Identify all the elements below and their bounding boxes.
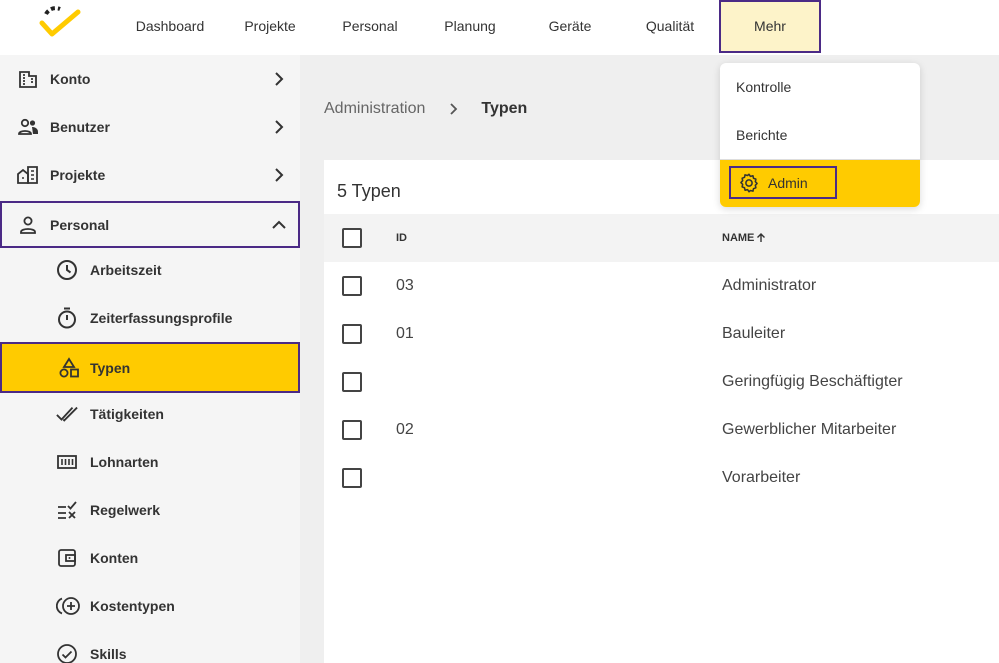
table-row[interactable]: 02 Gewerblicher Mitarbeiter bbox=[324, 406, 999, 454]
row-checkbox[interactable] bbox=[342, 420, 362, 440]
sidebar-item-label: Regelwerk bbox=[90, 502, 161, 518]
chevron-right-icon bbox=[275, 72, 284, 86]
cell-name: Geringfügig Beschäftigter bbox=[722, 373, 903, 390]
cost-plus-icon bbox=[56, 595, 82, 617]
rules-icon bbox=[56, 499, 78, 521]
sidebar-item-label: Arbeitszeit bbox=[90, 262, 162, 278]
sidebar-item-label: Personal bbox=[50, 216, 110, 233]
menu-item-label: Admin bbox=[768, 174, 808, 191]
nav-mehr[interactable]: Mehr bbox=[719, 0, 821, 53]
column-header-name[interactable]: NAME bbox=[722, 214, 766, 262]
row-checkbox[interactable] bbox=[342, 372, 362, 392]
cell-id: 03 bbox=[396, 277, 414, 294]
chevron-right-icon bbox=[275, 120, 284, 134]
menu-item-admin-highlight[interactable]: Admin bbox=[729, 166, 837, 199]
city-icon bbox=[17, 164, 39, 186]
sidebar-item-regelwerk[interactable]: Regelwerk bbox=[0, 486, 300, 534]
users-icon bbox=[17, 116, 39, 138]
sidebar-item-lohnarten[interactable]: Lohnarten bbox=[0, 438, 300, 486]
sidebar-item-skills[interactable]: Skills bbox=[0, 630, 300, 663]
table-row[interactable]: Vorarbeiter bbox=[324, 454, 999, 502]
sidebar-item-kostentypen[interactable]: Kostentypen bbox=[0, 582, 300, 630]
nav-projekte[interactable]: Projekte bbox=[238, 0, 302, 53]
building-icon bbox=[17, 68, 39, 90]
table-row[interactable]: Geringfügig Beschäftigter bbox=[324, 358, 999, 406]
sidebar-item-taetigkeiten[interactable]: Tätigkeiten bbox=[0, 390, 300, 438]
sidebar-item-label: Konto bbox=[50, 71, 91, 87]
breadcrumb: Administration Typen bbox=[324, 100, 527, 118]
sidebar-item-projekte[interactable]: Projekte bbox=[0, 151, 300, 199]
gear-icon bbox=[740, 173, 758, 192]
cell-name: Gewerblicher Mitarbeiter bbox=[722, 421, 897, 438]
chevron-up-icon bbox=[272, 220, 286, 229]
more-dropdown-menu: Kontrolle Berichte Admin bbox=[720, 63, 920, 207]
nav-planung[interactable]: Planung bbox=[438, 0, 502, 53]
cell-id: 01 bbox=[396, 325, 414, 342]
sidebar-item-arbeitszeit[interactable]: Arbeitszeit bbox=[0, 246, 300, 294]
sidebar-item-label: Projekte bbox=[50, 167, 106, 183]
nav-dashboard[interactable]: Dashboard bbox=[130, 0, 210, 53]
sidebar-item-label: Zeiterfassungsprofile bbox=[90, 310, 233, 326]
sidebar-item-konten[interactable]: Konten bbox=[0, 534, 300, 582]
column-header-id[interactable]: ID bbox=[396, 214, 407, 262]
breadcrumb-current: Typen bbox=[481, 100, 528, 117]
column-header-name-label: NAME bbox=[722, 232, 755, 244]
nav-personal[interactable]: Personal bbox=[336, 0, 404, 53]
sidebar-item-label: Konten bbox=[90, 550, 139, 566]
sidebar-item-personal[interactable]: Personal bbox=[0, 201, 300, 248]
sidebar-item-label: Benutzer bbox=[50, 119, 110, 135]
sidebar-item-label: Lohnarten bbox=[90, 454, 159, 470]
page-title: 5 Typen bbox=[337, 181, 401, 201]
sidebar-item-zeiterfassungsprofile[interactable]: Zeiterfassungsprofile bbox=[0, 294, 300, 342]
row-checkbox[interactable] bbox=[342, 468, 362, 488]
sidebar-item-label: Kostentypen bbox=[90, 598, 175, 614]
arrow-up-icon bbox=[757, 233, 766, 242]
sidebar-item-label: Typen bbox=[90, 359, 131, 376]
sidebar: Konto Benutzer Projekte Personal Arbeits… bbox=[0, 55, 300, 663]
cell-id: 02 bbox=[396, 421, 414, 438]
sidebar-item-label: Skills bbox=[90, 646, 127, 662]
row-checkbox[interactable] bbox=[342, 324, 362, 344]
clock-icon bbox=[56, 259, 78, 281]
double-check-icon bbox=[56, 403, 78, 425]
row-checkbox[interactable] bbox=[342, 276, 362, 296]
timer-icon bbox=[56, 307, 78, 329]
chevron-right-icon bbox=[275, 168, 284, 182]
nav-qualitaet[interactable]: Qualität bbox=[638, 0, 702, 53]
sidebar-item-typen[interactable]: Typen bbox=[0, 342, 300, 393]
breadcrumb-parent[interactable]: Administration bbox=[324, 100, 425, 118]
menu-item-admin[interactable]: Admin bbox=[720, 160, 920, 207]
check-circle-icon bbox=[56, 643, 78, 663]
nav-geraete[interactable]: Geräte bbox=[544, 0, 596, 53]
chevron-right-icon bbox=[450, 103, 458, 115]
select-all-checkbox[interactable] bbox=[342, 228, 362, 248]
cell-name: Bauleiter bbox=[722, 325, 786, 342]
table-row[interactable]: 03 Administrator bbox=[324, 262, 999, 310]
types-table-panel: 5 Typen ID NAME 03 Administrator 01 Baul… bbox=[324, 160, 999, 663]
table-header: ID NAME bbox=[324, 214, 999, 262]
menu-item-berichte[interactable]: Berichte bbox=[720, 111, 920, 159]
counter-icon bbox=[56, 451, 78, 473]
top-navigation-bar: Dashboard Projekte Personal Planung Gerä… bbox=[0, 0, 999, 55]
person-icon bbox=[17, 214, 39, 236]
app-logo[interactable] bbox=[38, 6, 82, 40]
sidebar-item-benutzer[interactable]: Benutzer bbox=[0, 103, 300, 151]
table-row[interactable]: 01 Bauleiter bbox=[324, 310, 999, 358]
shapes-icon bbox=[58, 356, 80, 379]
cell-name: Vorarbeiter bbox=[722, 469, 801, 486]
menu-item-kontrolle[interactable]: Kontrolle bbox=[720, 63, 920, 111]
cell-name: Administrator bbox=[722, 277, 817, 294]
sidebar-item-konto[interactable]: Konto bbox=[0, 55, 300, 103]
wallet-icon bbox=[56, 547, 78, 569]
sidebar-item-label: Tätigkeiten bbox=[90, 406, 164, 422]
